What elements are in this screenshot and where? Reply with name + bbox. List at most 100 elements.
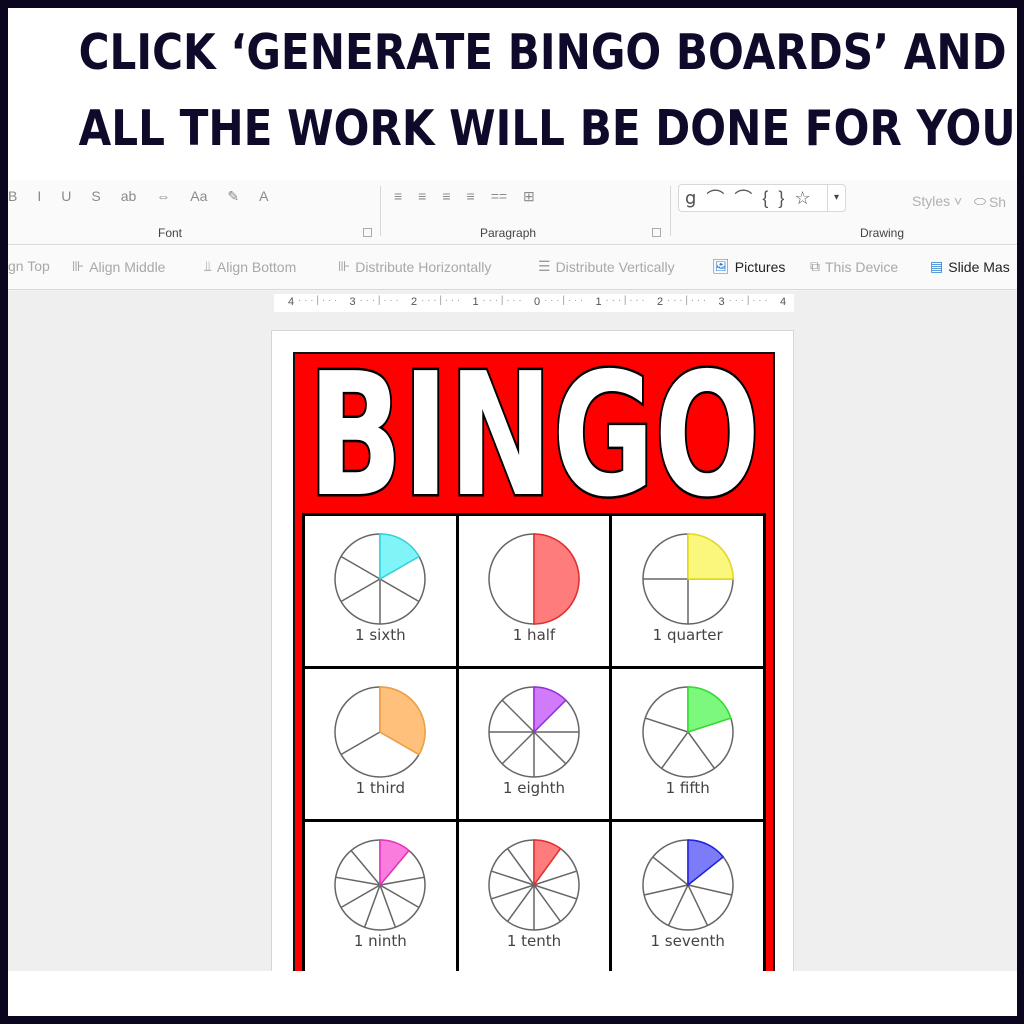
ruler-ticks: · · · | · · · bbox=[605, 295, 645, 306]
align-middle-icon: ⊪ bbox=[72, 258, 85, 274]
ribbon-separator bbox=[670, 186, 671, 236]
strikethrough-icon[interactable]: ab bbox=[121, 188, 137, 204]
shapes-more-icon[interactable]: ▾ bbox=[827, 185, 845, 211]
ruler-tick-label: 4 bbox=[780, 296, 787, 308]
pie-shaded-slice bbox=[686, 533, 734, 580]
highlight-color-icon[interactable]: ✎ bbox=[227, 188, 239, 205]
slide-master-icon: ▤ bbox=[930, 258, 944, 274]
headline-line-2: ALL THE WORK WILL BE DONE FOR YOU! bbox=[78, 100, 1017, 157]
quick-styles-button[interactable]: Styles ˅ bbox=[912, 193, 962, 209]
ruler-ticks: · · · | · · · bbox=[667, 295, 707, 306]
toolbar-label: Pictures bbox=[734, 258, 786, 275]
bingo-cell[interactable]: 1 sixth bbox=[305, 516, 456, 666]
bingo-cell[interactable]: 1 quarter bbox=[612, 516, 763, 666]
shape-fill-button[interactable]: ⬭ Sh bbox=[974, 193, 1006, 210]
arrange-toolbar: gn Top ⊪ Align Middle ⫫ Align Bottom ⊪ Distrib… bbox=[8, 246, 1017, 290]
bold-icon[interactable]: B bbox=[8, 188, 17, 204]
font-group-buttons: B I U Sab ⇔ Aa ✎ A bbox=[8, 184, 288, 208]
left-brace-icon[interactable]: { bbox=[762, 188, 768, 209]
chevron-down-icon: ˅ bbox=[954, 193, 963, 209]
paragraph-dialog-launcher[interactable] bbox=[652, 228, 661, 237]
fraction-label: 1 fifth bbox=[665, 779, 710, 797]
frame: CLICK ‘GENERATE BINGO BOARDS’ AND ALL TH… bbox=[8, 8, 1017, 1016]
star-icon[interactable]: ☆ bbox=[794, 188, 810, 209]
drawing-group-label: Drawing bbox=[860, 226, 905, 240]
bingo-cell[interactable]: 1 half bbox=[458, 516, 610, 666]
align-left-icon[interactable]: ≡ bbox=[394, 188, 402, 204]
ruler-ticks: · · · | · · · bbox=[359, 295, 399, 306]
slide-page[interactable]: BINGO 1 sixth 1 half 1 quarter 1 third 1 eig… bbox=[271, 330, 794, 1005]
ribbon-separator bbox=[380, 186, 381, 236]
arc-icon[interactable]: ⌒ bbox=[706, 185, 724, 211]
italic-icon[interactable]: I bbox=[37, 188, 41, 204]
align-center-icon[interactable]: ≡ bbox=[418, 188, 426, 204]
ruler-ticks: · · · | · · · bbox=[728, 295, 768, 306]
ruler-tick-label: 1 bbox=[595, 296, 602, 308]
ruler-tick-label: 2 bbox=[411, 296, 418, 308]
bingo-cell[interactable]: 1 seventh bbox=[612, 822, 763, 972]
freeform-icon[interactable]: ց bbox=[685, 188, 696, 209]
horizontal-ruler[interactable]: 4 · · · | · · · 3 · · · | · · · 2 · · · | · ·… bbox=[274, 294, 794, 312]
fraction-label: 1 eighth bbox=[502, 779, 566, 797]
bingo-cell[interactable]: 1 tenth bbox=[458, 822, 610, 972]
fraction-pie bbox=[488, 839, 580, 931]
toolbar-slide-mas[interactable]: ▤ Slide Mas bbox=[930, 258, 1010, 275]
font-color-icon[interactable]: A bbox=[259, 188, 268, 204]
justify-icon[interactable]: ≡ bbox=[467, 188, 475, 204]
bingo-cell[interactable]: 1 ninth bbox=[305, 822, 456, 972]
bingo-title: BINGO bbox=[306, 358, 763, 510]
fraction-pie bbox=[334, 533, 427, 625]
bingo-cell[interactable]: 1 third bbox=[305, 669, 456, 819]
this-device-icon: ⧉ bbox=[810, 258, 820, 274]
align-right-icon[interactable]: ≡ bbox=[442, 188, 450, 204]
text-direction-icon[interactable]: ⊞ bbox=[523, 188, 535, 205]
ruler-tick-label: 0 bbox=[534, 296, 541, 308]
bingo-cell[interactable]: 1 fifth bbox=[612, 669, 763, 819]
columns-icon[interactable]: == bbox=[491, 188, 507, 204]
toolbar-align-middle[interactable]: ⊪ Align Middle bbox=[72, 258, 165, 275]
slide-canvas: 4 · · · | · · · 3 · · · | · · · 2 · · · | · ·… bbox=[8, 291, 1017, 1005]
toolbar-distribute-horizontally[interactable]: ⊪ Distribute Horizontally bbox=[338, 258, 491, 275]
toolbar-align-bottom[interactable]: ⫫ Align Bottom bbox=[204, 258, 296, 275]
toolbar-label: Distribute Horizontally bbox=[355, 258, 492, 275]
fraction-label: 1 quarter bbox=[652, 626, 723, 644]
fraction-label: 1 seventh bbox=[650, 932, 725, 950]
align-bottom-icon: ⫫ bbox=[204, 258, 212, 274]
right-brace-icon[interactable]: } bbox=[778, 188, 784, 209]
shape-fill-label: Sh bbox=[988, 193, 1007, 210]
character-spacing-icon[interactable]: ⇔ bbox=[156, 188, 170, 204]
font-dialog-launcher[interactable] bbox=[363, 228, 372, 237]
toolbar-pictures[interactable]: 🖼 Pictures bbox=[712, 258, 785, 275]
distribute-vertically-icon: ☰ bbox=[538, 258, 551, 274]
ruler-tick-label: 3 bbox=[349, 296, 356, 308]
paragraph-group-label: Paragraph bbox=[480, 226, 537, 240]
toolbar-label: Align Bottom bbox=[216, 258, 297, 275]
bingo-cell[interactable]: 1 eighth bbox=[458, 669, 610, 819]
fraction-label: 1 third bbox=[355, 779, 405, 797]
toolbar-gn-top[interactable]: gn Top bbox=[8, 258, 50, 274]
bingo-title-text: BINGO bbox=[308, 358, 760, 510]
toolbar-label: Slide Mas bbox=[948, 258, 1010, 275]
ruler-ticks: · · · | · · · bbox=[421, 295, 461, 306]
shapes-gallery[interactable]: ց ⌒ ⌒ {} ☆ ▾ bbox=[678, 184, 846, 212]
pictures-icon: 🖼 bbox=[712, 258, 730, 274]
fraction-label: 1 sixth bbox=[355, 626, 406, 644]
font-group-label: Font bbox=[158, 226, 183, 240]
toolbar-label: gn Top bbox=[8, 258, 50, 274]
change-case-icon[interactable]: Aa bbox=[190, 188, 207, 204]
styles-label: Styles bbox=[912, 193, 951, 209]
toolbar-distribute-vertically[interactable]: ☰ Distribute Vertically bbox=[538, 258, 675, 275]
ruler-tick-label: 1 bbox=[472, 296, 479, 308]
underline-icon[interactable]: U bbox=[61, 188, 71, 204]
curve-icon[interactable]: ⌒ bbox=[734, 185, 752, 211]
toolbar-this-device[interactable]: ⧉ This Device bbox=[810, 258, 898, 275]
shadow-icon[interactable]: S bbox=[91, 188, 100, 204]
fraction-label: 1 half bbox=[512, 626, 556, 644]
fraction-pie bbox=[641, 839, 734, 931]
bingo-card[interactable]: BINGO 1 sixth 1 half 1 quarter 1 third 1 eig… bbox=[293, 352, 775, 986]
fraction-pie bbox=[334, 686, 427, 778]
fraction-label: 1 tenth bbox=[506, 932, 562, 950]
eraser-icon: ⬭ bbox=[974, 193, 986, 209]
fraction-pie bbox=[641, 533, 734, 625]
fraction-label: 1 ninth bbox=[353, 932, 407, 950]
